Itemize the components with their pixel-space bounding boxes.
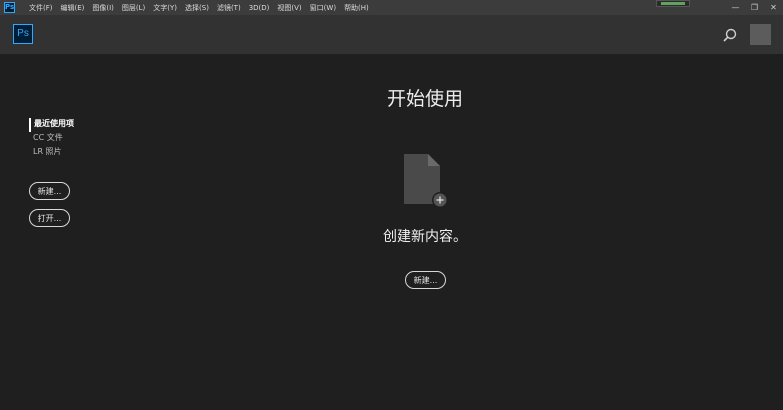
sidebar-new-button[interactable]: 新建... bbox=[29, 182, 70, 200]
page-title: 开始使用 bbox=[386, 88, 463, 110]
sidebar-item-cc-files[interactable]: CC 文件 bbox=[29, 132, 74, 146]
search-icon[interactable] bbox=[722, 27, 738, 43]
menu-filter[interactable]: 滤镜(T) bbox=[213, 3, 245, 13]
plus-circle-icon bbox=[432, 192, 448, 208]
menu-help[interactable]: 帮助(H) bbox=[340, 3, 373, 13]
sidebar-item-recent[interactable]: 最近使用项 bbox=[29, 118, 74, 132]
photoshop-app-icon: Ps bbox=[4, 2, 15, 13]
main-new-button[interactable]: 新建... bbox=[405, 271, 446, 289]
menu-image[interactable]: 图像(I) bbox=[88, 3, 118, 13]
menu-select[interactable]: 选择(S) bbox=[181, 3, 213, 13]
menu-layer[interactable]: 图层(L) bbox=[118, 3, 149, 13]
sidebar-item-lr-photos[interactable]: LR 照片 bbox=[29, 146, 74, 160]
menu-type[interactable]: 文字(Y) bbox=[149, 3, 181, 13]
window-controls: — ❐ ✕ bbox=[726, 0, 783, 15]
app-bar: Ps bbox=[0, 15, 783, 54]
menu-3d[interactable]: 3D(D) bbox=[245, 4, 274, 12]
minimize-button[interactable]: — bbox=[726, 0, 745, 15]
status-thumbnail bbox=[656, 0, 690, 7]
new-file-icon bbox=[404, 154, 448, 208]
ps-logo[interactable]: Ps bbox=[13, 24, 33, 44]
menu-edit[interactable]: 编辑(E) bbox=[57, 3, 89, 13]
create-new-text: 创建新内容。 bbox=[383, 229, 467, 245]
close-button[interactable]: ✕ bbox=[764, 0, 783, 15]
menu-window[interactable]: 窗口(W) bbox=[306, 3, 340, 13]
home-screen: 开始使用 最近使用项 CC 文件 LR 照片 新建... 打开... 创建新内容… bbox=[0, 54, 783, 410]
menu-view[interactable]: 视图(V) bbox=[273, 3, 305, 13]
restore-button[interactable]: ❐ bbox=[745, 0, 764, 15]
menu-bar: Ps 文件(F) 编辑(E) 图像(I) 图层(L) 文字(Y) 选择(S) 滤… bbox=[0, 0, 783, 15]
sidebar: 最近使用项 CC 文件 LR 照片 bbox=[29, 118, 74, 160]
menu-file[interactable]: 文件(F) bbox=[25, 3, 57, 13]
sidebar-open-button[interactable]: 打开... bbox=[29, 209, 70, 227]
avatar[interactable] bbox=[750, 24, 771, 45]
